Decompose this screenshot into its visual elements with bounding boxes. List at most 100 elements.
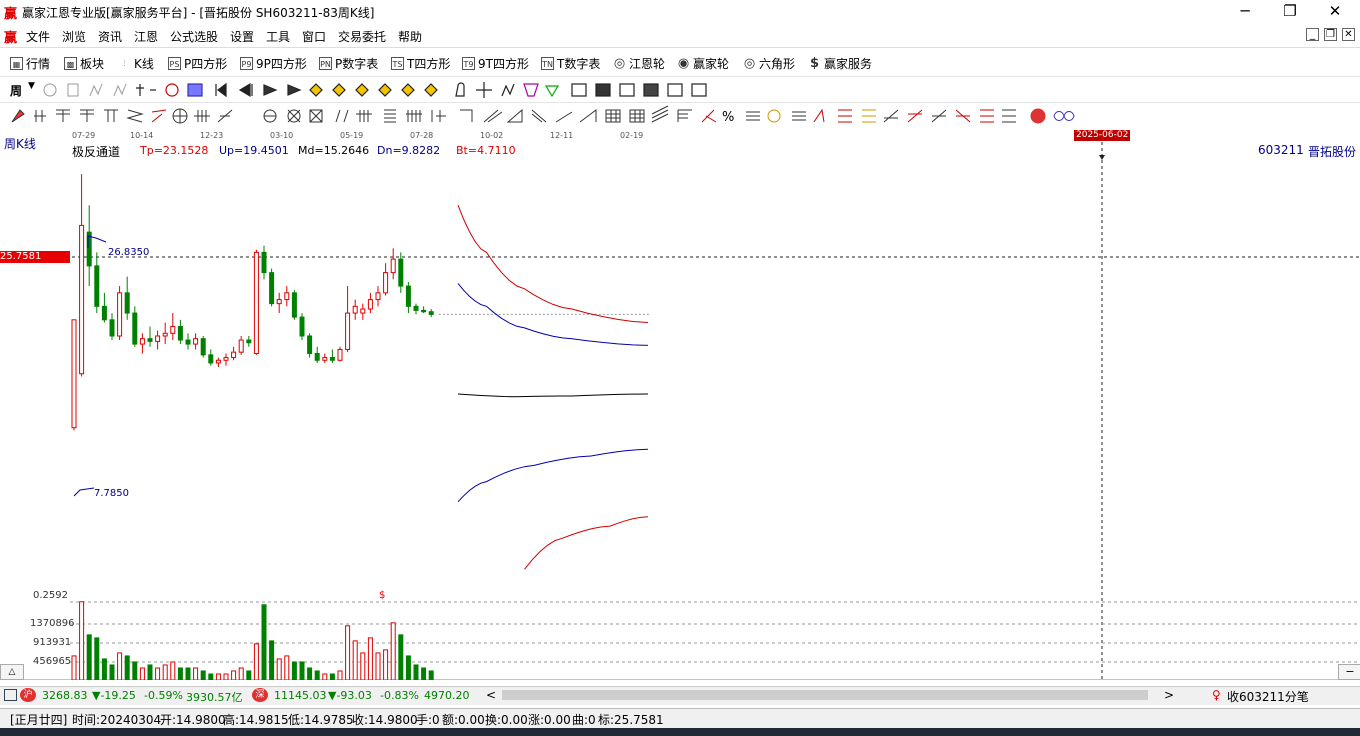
candle-body (246, 339, 252, 344)
sz-index-pct: -0.83% (380, 689, 419, 702)
toolbar-t-square-button[interactable]: TS T四方形 (391, 55, 450, 72)
cursor-price-label: 25.7581 (0, 251, 70, 263)
candle-body (101, 305, 107, 321)
tick-data-button[interactable]: 收603211分笔 (1227, 688, 1309, 705)
candle-body (322, 357, 328, 361)
sh-index-icon: 沪 (20, 688, 36, 702)
period-dropdown-arrow-icon[interactable]: ▼ (28, 81, 35, 91)
indicator-dn: Dn=9.8282 (377, 144, 441, 157)
mdi-close-button[interactable]: ✕ (1342, 28, 1355, 41)
candle-body (170, 326, 176, 334)
toolbar-sector-button[interactable]: ▩ 板块 (64, 55, 104, 72)
dollar-icon: $ (809, 56, 820, 71)
candle-body (284, 292, 290, 301)
toolbar-label: 9P四方形 (256, 57, 307, 71)
volume-bar (299, 661, 305, 680)
mdi-restore-button[interactable]: ❐ (1324, 28, 1337, 41)
drawing-toolbar-icons[interactable] (40, 78, 1360, 102)
title-bar: 赢 赢家江恩专业版[赢家服务平台] - [晋拓股份 SH603211-83周K线… (0, 0, 1360, 24)
toolbar-gann-wheel-button[interactable]: ◎ 江恩轮 (613, 55, 665, 72)
volume-bar (269, 640, 275, 680)
volume-bar (86, 634, 92, 680)
status-bar: [正月廿四] 时间:20240304 开:14.9800 高:14.9815 低… (0, 708, 1360, 729)
volume-bar (170, 661, 176, 680)
menu-trade[interactable]: 交易委托 (338, 28, 386, 45)
menu-tools[interactable]: 工具 (266, 28, 290, 45)
menu-settings[interactable]: 设置 (230, 28, 254, 45)
volume-bar (117, 652, 123, 680)
toolbar-label: 赢家服务 (824, 57, 873, 71)
zoom-out-button[interactable]: − (1338, 664, 1360, 680)
t-number-icon: TN (541, 57, 554, 70)
horizontal-scroll-thumb[interactable] (502, 690, 1148, 700)
volume-bar (352, 640, 358, 680)
candle-body (185, 339, 191, 345)
toolbar-winner-wheel-button[interactable]: ◉ 赢家轮 (677, 55, 729, 72)
toolbar-p-number-button[interactable]: PN P数字表 (319, 55, 378, 72)
cursor-date-label: 2025-06-02 (1074, 130, 1131, 141)
menu-file[interactable]: 文件 (26, 28, 50, 45)
menu-browse[interactable]: 浏览 (62, 28, 86, 45)
indicator-name: 极反通道 (72, 145, 121, 159)
scroll-up-button[interactable]: △ (0, 664, 24, 680)
candle-body (276, 299, 282, 305)
channel-dn-line (457, 448, 649, 503)
grid-icon[interactable] (4, 689, 17, 701)
menu-gann[interactable]: 江恩 (134, 28, 158, 45)
low-price-label: 7.7850 (94, 488, 129, 499)
vol-tick-3: 1370896 (30, 618, 75, 629)
status-change: 涨:0.00 (528, 713, 571, 727)
scroll-left-arrow-icon[interactable]: < (486, 688, 496, 702)
toolbar-9p-square-button[interactable]: P9 9P四方形 (240, 55, 307, 72)
menu-app-icon[interactable]: 赢 (4, 27, 17, 46)
status-close: 收:14.9800 (352, 713, 418, 727)
candle-body (329, 357, 335, 361)
restore-button[interactable]: ❐ (1267, 0, 1313, 24)
chart-canvas[interactable] (0, 128, 1360, 680)
close-button[interactable]: ✕ (1312, 0, 1358, 24)
candle-body (177, 326, 183, 341)
analysis-tool-icons[interactable]: % (6, 104, 1086, 128)
menu-window[interactable]: 窗口 (302, 28, 326, 45)
volume-bar (253, 643, 259, 680)
toolbar-kline-button[interactable]: ⫶ K线 (118, 55, 154, 72)
toolbar-label: 江恩轮 (629, 57, 666, 71)
candle-body (390, 258, 396, 274)
minimize-button[interactable]: ─ (1222, 0, 1268, 24)
toolbar-9t-square-button[interactable]: T9 9T四方形 (462, 55, 529, 72)
volume-bar (246, 670, 252, 680)
tick-data-icon[interactable]: ♀ (1212, 688, 1221, 702)
status-low: 低:14.9785 (288, 713, 354, 727)
channel-bt-line (524, 516, 649, 570)
menu-info[interactable]: 资讯 (98, 28, 122, 45)
volume-bar (109, 664, 115, 680)
toolbar-service-button[interactable]: $ 赢家服务 (808, 55, 872, 72)
kline-icon: ⫶ (123, 59, 126, 68)
toolbar-label: P四方形 (184, 57, 228, 71)
candle-body (215, 359, 221, 364)
kline-chart[interactable]: 周K线 极反通道 Tp=23.1528 Up=19.4501 Md=15.264… (0, 128, 1360, 680)
scroll-right-arrow-icon[interactable]: > (1164, 688, 1174, 702)
sh-index-value: 3268.83 (42, 689, 88, 702)
toolbar-t-number-button[interactable]: TN T数字表 (541, 55, 600, 72)
stock-name: 晋拓股份 (1308, 145, 1357, 159)
menu-help[interactable]: 帮助 (398, 28, 422, 45)
vol-marker: $ (379, 590, 386, 601)
toolbar-label: T数字表 (557, 57, 601, 71)
toolbar-label: 六角形 (759, 57, 796, 71)
p-number-icon: PN (319, 57, 332, 70)
status-amount: 额:0.00 (442, 713, 485, 727)
period-dropdown[interactable]: 周 (10, 82, 22, 99)
mdi-minimize-button[interactable]: _ (1306, 28, 1319, 41)
toolbar-hexagon-button[interactable]: ◎ 六角形 (743, 55, 795, 72)
toolbar-p-square-button[interactable]: PS P四方形 (168, 55, 227, 72)
menu-formula[interactable]: 公式选股 (170, 28, 218, 45)
candle-body (299, 316, 305, 337)
window-title: 赢家江恩专业版[赢家服务平台] - [晋拓股份 SH603211-83周K线] (22, 6, 375, 20)
volume-bar (223, 673, 229, 680)
sz-index-value: 11145.03 (274, 689, 327, 702)
candle-body (208, 354, 214, 364)
candle-body (398, 258, 404, 287)
high-price-label: 26.8350 (108, 247, 150, 258)
toolbar-quotes-button[interactable]: ▦ 行情 (10, 55, 50, 72)
